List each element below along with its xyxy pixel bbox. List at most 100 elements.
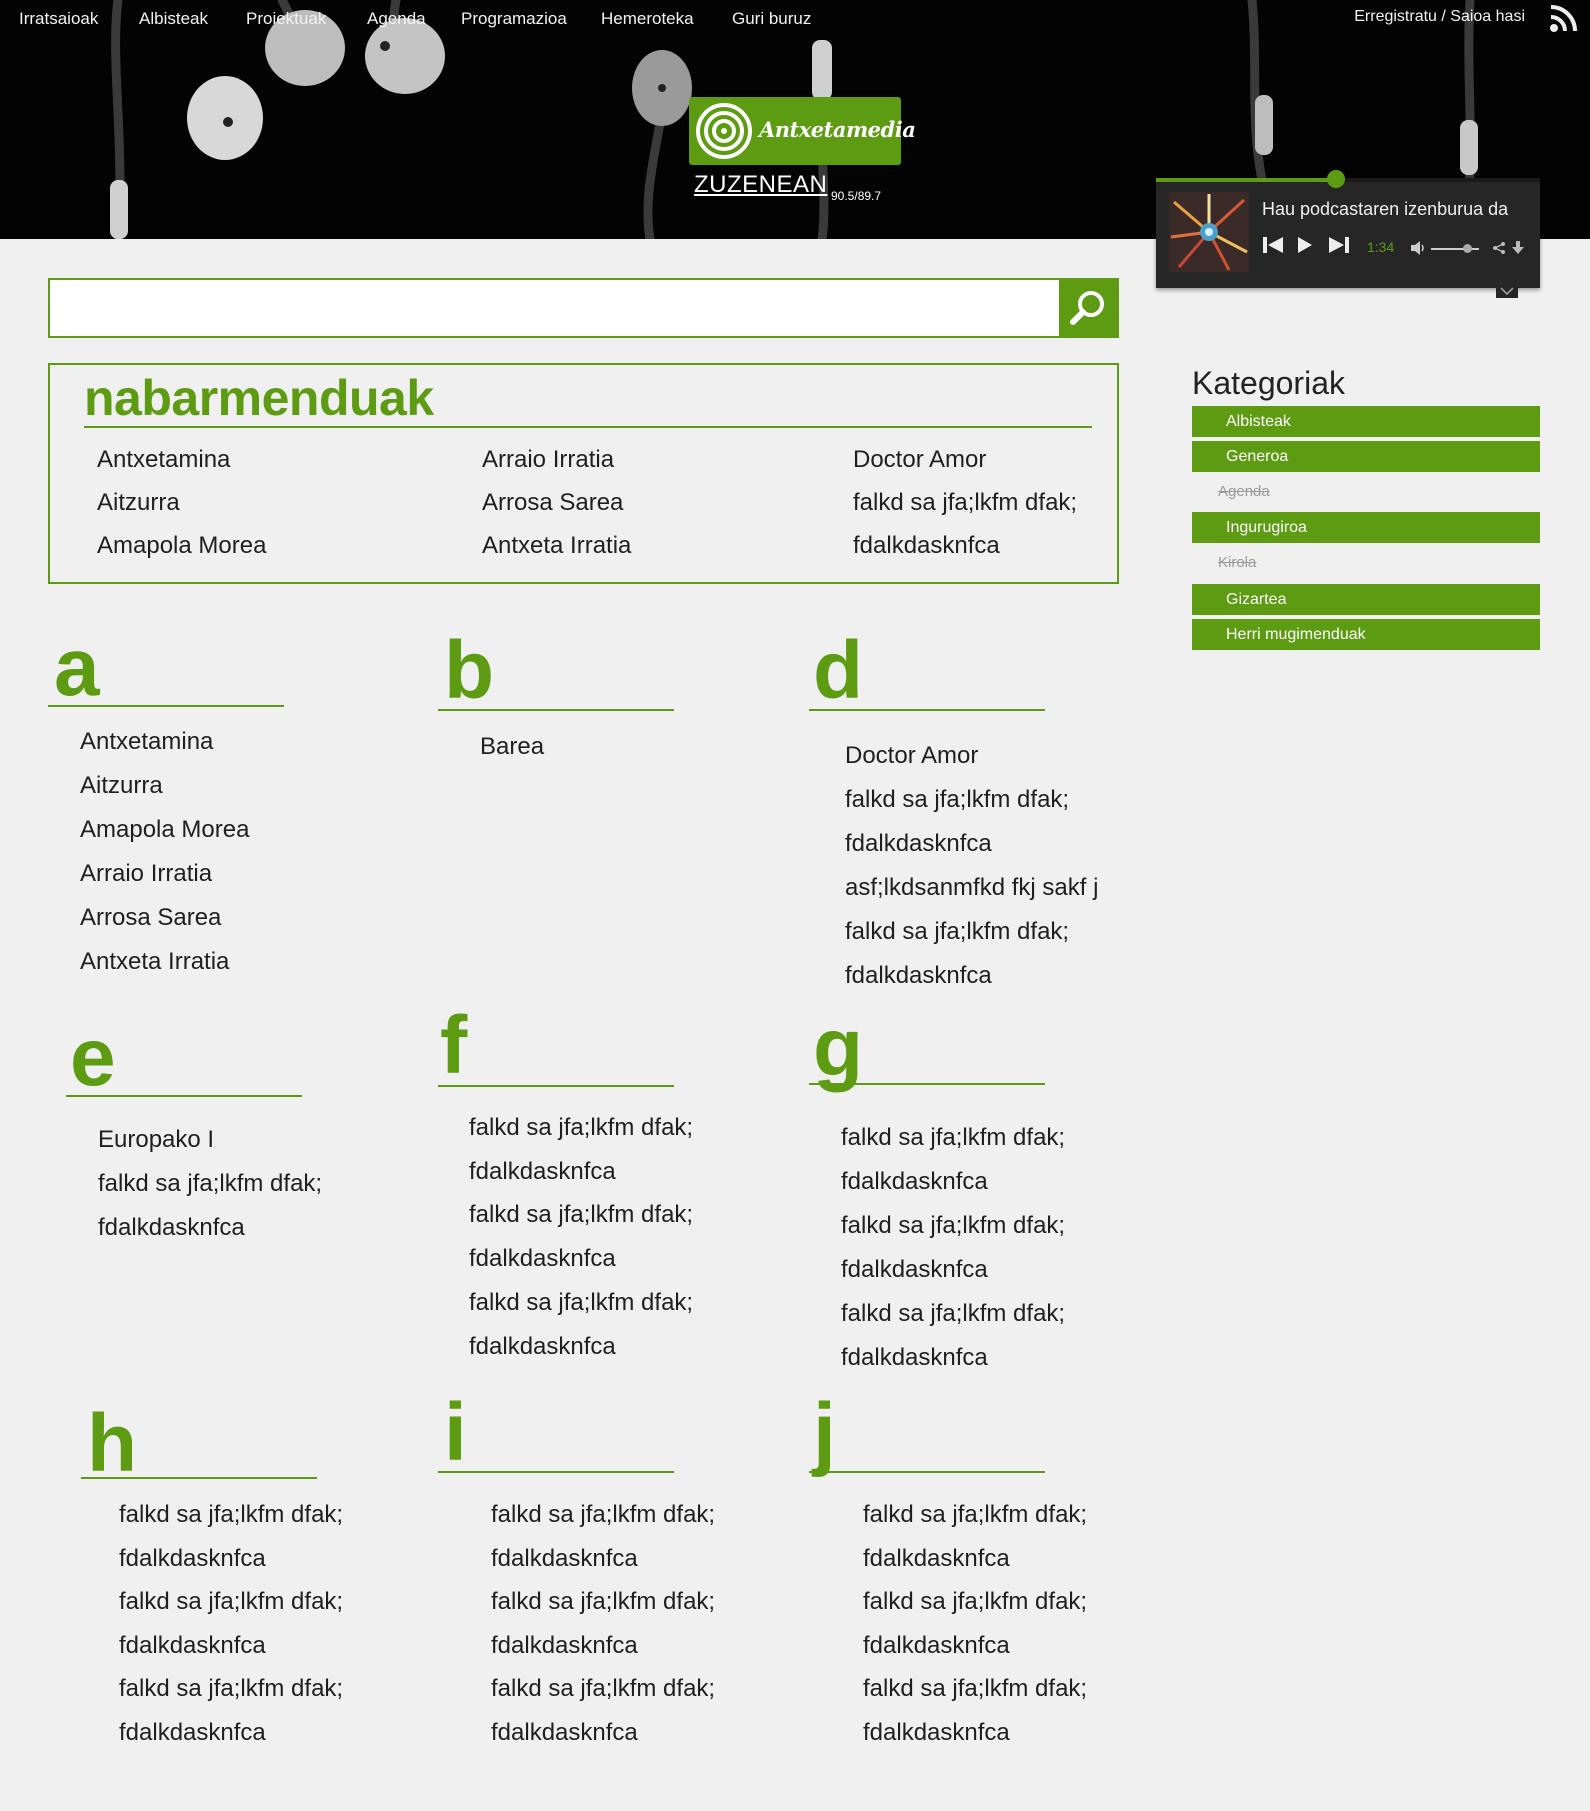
index-link[interactable]: fdalkdasknfca: [469, 1158, 616, 1186]
index-link[interactable]: falkd sa jfa;lkfm dfak;: [119, 1675, 343, 1703]
index-link[interactable]: fdalkdasknfca: [841, 1256, 988, 1284]
index-link[interactable]: Barea: [480, 733, 544, 761]
index-link[interactable]: falkd sa jfa;lkfm dfak;: [119, 1501, 343, 1529]
logo-name: Antxetamedia: [759, 117, 916, 142]
nav-item-albisteak[interactable]: Albisteak: [139, 9, 208, 29]
index-link[interactable]: Aitzurra: [80, 772, 163, 800]
featured-link[interactable]: fdalkdasknfca: [853, 532, 1000, 560]
category-ingurugiroa[interactable]: Ingurugiroa: [1192, 512, 1540, 543]
category-generoa[interactable]: Generoa: [1192, 441, 1540, 472]
letter-divider: [809, 1471, 1045, 1473]
featured-divider: [84, 426, 1092, 428]
index-link[interactable]: fdalkdasknfca: [845, 830, 992, 858]
index-link[interactable]: falkd sa jfa;lkfm dfak;: [841, 1212, 1065, 1240]
volume-handle[interactable]: [1463, 244, 1472, 253]
index-link[interactable]: fdalkdasknfca: [841, 1168, 988, 1196]
index-link[interactable]: falkd sa jfa;lkfm dfak;: [469, 1201, 693, 1229]
download-icon[interactable]: [1512, 241, 1524, 255]
index-link[interactable]: falkd sa jfa;lkfm dfak;: [469, 1114, 693, 1142]
index-link[interactable]: Amapola Morea: [80, 816, 249, 844]
index-link[interactable]: falkd sa jfa;lkfm dfak;: [863, 1501, 1087, 1529]
index-link[interactable]: fdalkdasknfca: [863, 1545, 1010, 1573]
index-link[interactable]: Arrosa Sarea: [80, 904, 221, 932]
nav-item-agenda[interactable]: Agenda: [367, 9, 426, 29]
index-link[interactable]: falkd sa jfa;lkfm dfak;: [845, 786, 1069, 814]
category-gizartea[interactable]: Gizartea: [1192, 584, 1540, 615]
live-label[interactable]: ZUZENEAN: [694, 171, 827, 199]
category-albisteak[interactable]: Albisteak: [1192, 406, 1540, 437]
nav-item-proiektuak[interactable]: Proiektuak: [246, 9, 326, 29]
index-link[interactable]: falkd sa jfa;lkfm dfak;: [841, 1124, 1065, 1152]
index-link[interactable]: fdalkdasknfca: [845, 962, 992, 990]
featured-title: nabarmenduak: [84, 370, 434, 426]
featured-link[interactable]: Doctor Amor: [853, 446, 986, 474]
index-letter-e: e: [70, 1012, 116, 1103]
letter-divider: [438, 1085, 674, 1087]
index-link[interactable]: fdalkdasknfca: [491, 1545, 638, 1573]
index-link[interactable]: falkd sa jfa;lkfm dfak;: [491, 1588, 715, 1616]
featured-link[interactable]: Arraio Irratia: [482, 446, 614, 474]
category-herri-mugimenduak[interactable]: Herri mugimenduak: [1192, 619, 1540, 650]
nav-item-guri-buruz[interactable]: Guri buruz: [732, 9, 811, 29]
search-button[interactable]: [1059, 280, 1117, 336]
index-link[interactable]: fdalkdasknfca: [491, 1632, 638, 1660]
index-link[interactable]: fdalkdasknfca: [491, 1719, 638, 1747]
index-link[interactable]: fdalkdasknfca: [469, 1333, 616, 1361]
index-link[interactable]: fdalkdasknfca: [98, 1214, 245, 1242]
index-link[interactable]: falkd sa jfa;lkfm dfak;: [841, 1300, 1065, 1328]
progress-handle[interactable]: [1327, 170, 1346, 188]
index-link[interactable]: fdalkdasknfca: [119, 1545, 266, 1573]
search-bar: [48, 278, 1119, 338]
player-collapse-tab[interactable]: [1496, 284, 1518, 298]
play-icon[interactable]: [1296, 235, 1314, 255]
letter-divider: [809, 709, 1045, 711]
nav-item-irratsaioak[interactable]: Irratsaioak: [19, 9, 98, 29]
category-agenda: Agenda: [1218, 483, 1270, 500]
rss-feed-icon[interactable]: [1548, 4, 1578, 34]
share-icon[interactable]: [1492, 241, 1506, 255]
index-link[interactable]: falkd sa jfa;lkfm dfak;: [845, 918, 1069, 946]
index-link[interactable]: fdalkdasknfca: [863, 1632, 1010, 1660]
index-link[interactable]: asf;lkdsanmfkd fkj sakf j: [845, 874, 1098, 902]
volume-icon[interactable]: [1410, 240, 1426, 256]
progress-fill: [1156, 178, 1337, 182]
search-input[interactable]: [50, 280, 1060, 336]
featured-link[interactable]: Arrosa Sarea: [482, 489, 623, 517]
index-link[interactable]: Antxeta Irratia: [80, 948, 229, 976]
featured-link[interactable]: Antxeta Irratia: [482, 532, 631, 560]
index-link[interactable]: falkd sa jfa;lkfm dfak;: [491, 1675, 715, 1703]
featured-link[interactable]: falkd sa jfa;lkfm dfak;: [853, 489, 1077, 517]
next-track-icon[interactable]: [1328, 235, 1350, 255]
site-logo[interactable]: Antxetamedia: [689, 97, 916, 165]
letter-divider: [66, 1095, 302, 1097]
index-link[interactable]: Doctor Amor: [845, 742, 978, 770]
index-link[interactable]: fdalkdasknfca: [119, 1719, 266, 1747]
index-link[interactable]: Arraio Irratia: [80, 860, 212, 888]
index-link[interactable]: falkd sa jfa;lkfm dfak;: [863, 1675, 1087, 1703]
index-link[interactable]: falkd sa jfa;lkfm dfak;: [98, 1170, 322, 1198]
index-link[interactable]: falkd sa jfa;lkfm dfak;: [491, 1501, 715, 1529]
search-icon: [1070, 291, 1104, 325]
index-letter-g: g: [813, 1002, 864, 1093]
featured-link[interactable]: Amapola Morea: [97, 532, 266, 560]
index-letter-h: h: [87, 1398, 138, 1489]
index-link[interactable]: fdalkdasknfca: [119, 1632, 266, 1660]
featured-link[interactable]: Aitzurra: [97, 489, 180, 517]
featured-link[interactable]: Antxetamina: [97, 446, 230, 474]
nav-item-hemeroteka[interactable]: Hemeroteka: [601, 9, 694, 29]
index-link[interactable]: falkd sa jfa;lkfm dfak;: [119, 1588, 343, 1616]
letter-divider: [81, 1477, 317, 1479]
index-link[interactable]: Europako I: [98, 1126, 214, 1154]
index-link[interactable]: falkd sa jfa;lkfm dfak;: [469, 1289, 693, 1317]
index-link[interactable]: Antxetamina: [80, 728, 213, 756]
index-link[interactable]: fdalkdasknfca: [841, 1344, 988, 1372]
playback-time: 1:34: [1367, 239, 1395, 255]
previous-track-icon[interactable]: [1262, 235, 1284, 255]
letter-divider: [438, 709, 674, 711]
index-link[interactable]: fdalkdasknfca: [863, 1719, 1010, 1747]
index-link[interactable]: falkd sa jfa;lkfm dfak;: [863, 1588, 1087, 1616]
nav-item-programazioa[interactable]: Programazioa: [461, 9, 567, 29]
index-link[interactable]: fdalkdasknfca: [469, 1245, 616, 1273]
login-register-link[interactable]: Erregistratu / Saioa hasi: [1354, 8, 1525, 26]
chevron-down-icon: [1500, 287, 1514, 296]
